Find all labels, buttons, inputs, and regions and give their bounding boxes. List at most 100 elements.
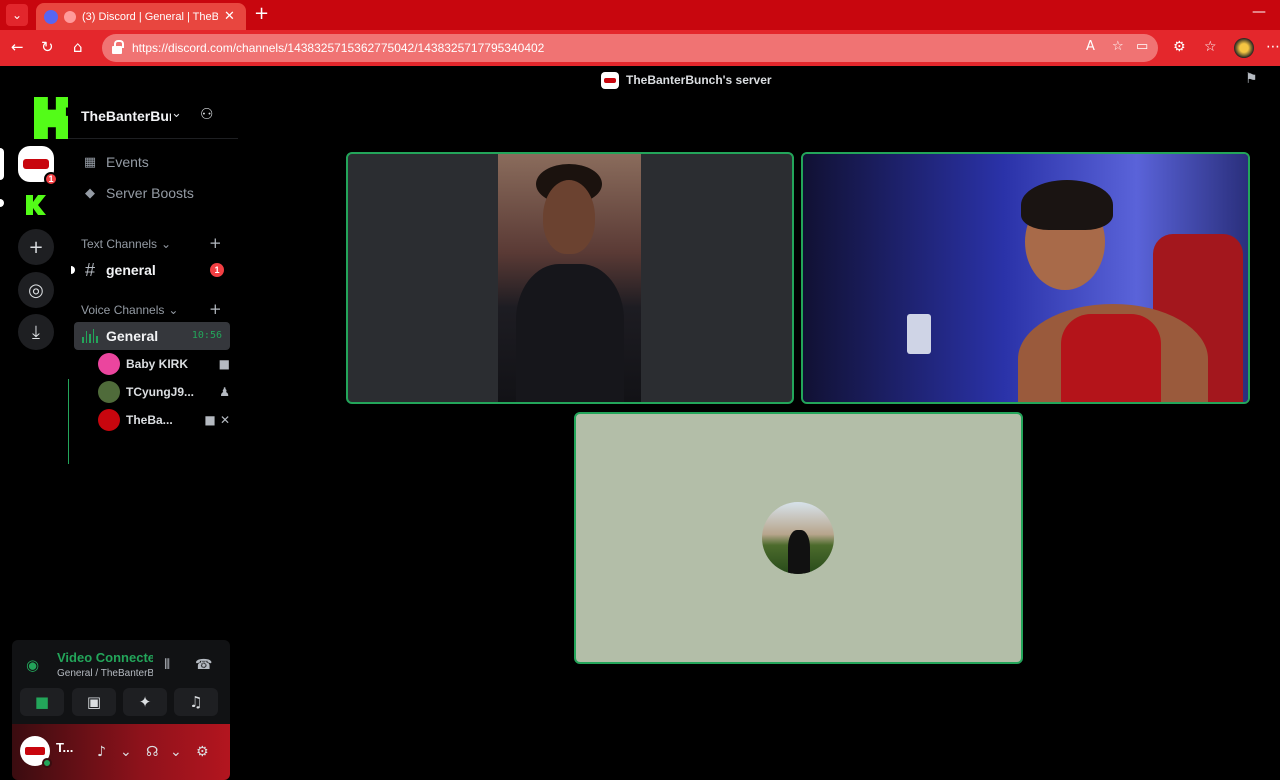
tab-title: (3) Discord | General | TheBanterBunch's… (82, 10, 218, 23)
signal-icon[interactable]: ◉ (26, 656, 39, 674)
soundboard-button[interactable]: ♫ (174, 688, 218, 716)
avatar (98, 353, 120, 375)
minimize-icon[interactable]: — (1252, 4, 1266, 20)
unread-server-pill (0, 199, 4, 207)
window-title: TheBanterBunch's server (626, 73, 772, 87)
browser-tab-bar: ⌄ (3) Discord | General | TheBanterBunch… (0, 0, 1280, 30)
voice-member[interactable]: TCyungJ9... ♟ (98, 379, 230, 405)
guild-banter-bunch[interactable]: 1 (18, 146, 58, 186)
voice-status[interactable]: Video Connected (57, 650, 153, 665)
discord-app: TheBanterBunch's server ⚑ 1 + ◎ ⤓ 1 TheB… (0, 66, 1280, 780)
video-feed (498, 154, 641, 402)
add-text-channel-icon[interactable]: + (209, 234, 222, 252)
settings-gear-icon[interactable]: ⚙ (196, 744, 209, 760)
server-boosts-label: Server Boosts (106, 185, 194, 201)
user-panel: T... ♪ ⌄ ☊ ⌄ ⚙ (12, 724, 230, 780)
member-name: TCyungJ9... (126, 385, 195, 399)
participant-avatar (762, 502, 834, 574)
download-icon[interactable]: ⤓ (18, 314, 54, 350)
video-person-body (516, 264, 624, 402)
playstation-icon: ♟ (219, 385, 230, 399)
address-bar[interactable]: https://discord.com/channels/14383257153… (102, 34, 1158, 62)
headphones-icon[interactable]: ☊ (146, 744, 158, 760)
noise-suppression-icon[interactable]: ⦀ (164, 657, 170, 673)
read-aloud-icon[interactable]: A (1086, 39, 1095, 54)
explore-icon[interactable]: ◎ (18, 272, 54, 308)
chevron-down-icon[interactable]: ⌄ (120, 744, 132, 760)
video-tile-avatar[interactable] (574, 412, 1023, 664)
app-title-bar: TheBanterBunch's server ⚑ (0, 66, 1280, 94)
discord-favicon-icon (44, 9, 58, 24)
browser-tab-discord[interactable]: (3) Discord | General | TheBanterBunch's… (36, 3, 246, 30)
inbox-icon[interactable]: ⚑ (1245, 71, 1258, 87)
user-name[interactable]: T... (56, 740, 76, 755)
microphone-icon[interactable]: ♪ (97, 744, 106, 760)
kick-logo-icon (26, 195, 46, 215)
more-menu-icon[interactable]: ⋯ (1266, 39, 1280, 55)
camera-icon: ■ ✕ (204, 413, 230, 427)
home-icon[interactable]: ⌂ (73, 38, 83, 56)
member-name: TheBa... (126, 413, 173, 427)
video-tile[interactable] (801, 152, 1250, 404)
channel-name: general (106, 262, 156, 278)
guild-kick[interactable] (18, 187, 54, 223)
events-label: Events (106, 154, 149, 170)
hash-icon: # (84, 259, 95, 280)
chevron-down-icon: ⌄ (161, 237, 172, 251)
voice-channel-subtitle[interactable]: General / TheBanterBunch's server (57, 668, 153, 679)
new-tab-icon[interactable]: + (254, 3, 269, 24)
online-status-icon (42, 758, 52, 768)
mention-badge: 1 (210, 263, 224, 277)
server-mini-icon (601, 72, 619, 89)
add-server-icon[interactable]: + (18, 229, 54, 265)
avatar (98, 381, 120, 403)
camera-toggle-button[interactable]: ■ (20, 688, 64, 716)
app-available-icon[interactable]: ▭ (1136, 39, 1148, 54)
tab-list-chevron-icon[interactable]: ⌄ (6, 4, 28, 26)
extensions-icon[interactable]: ⚙ (1173, 39, 1186, 55)
calendar-icon: ▦ (83, 154, 97, 170)
browser-toolbar: ← ↻ ⌂ https://discord.com/channels/14383… (0, 30, 1280, 66)
invite-icon[interactable]: ⚇ (200, 105, 213, 123)
text-channels-label: Text Channels (81, 237, 158, 251)
voice-member[interactable]: TheBa... ■ ✕ (98, 407, 230, 433)
video-person-shirt (1061, 314, 1161, 402)
voice-connected-panel: ◉ Video Connected General / TheBanterBun… (12, 640, 230, 724)
voice-channels-category[interactable]: Voice Channels ⌄ (81, 303, 178, 317)
server-boosts-item[interactable]: ◆ Server Boosts (74, 179, 230, 207)
server-name[interactable]: TheBanterBunch's server (81, 108, 171, 124)
avatar-person (788, 530, 810, 574)
back-icon[interactable]: ← (11, 38, 24, 56)
voice-channel-general[interactable]: General 10:56 (74, 322, 230, 350)
video-cup (907, 314, 931, 354)
reload-icon[interactable]: ↻ (41, 38, 54, 56)
text-channels-category[interactable]: Text Channels ⌄ (81, 237, 171, 251)
voice-timer: 10:56 (191, 330, 222, 341)
voice-channels-label: Voice Channels (81, 303, 165, 317)
profile-avatar[interactable] (1234, 38, 1254, 58)
favorite-star-icon[interactable]: ☆ (1112, 39, 1124, 54)
guild-mention-badge: 1 (44, 172, 58, 186)
video-person-face (543, 180, 595, 254)
activities-button[interactable]: ✦ (123, 688, 167, 716)
voice-member[interactable]: Baby KIRK ■ (98, 351, 230, 377)
lock-icon[interactable] (112, 40, 124, 54)
screen-share-button[interactable]: ▣ (72, 688, 116, 716)
chevron-down-icon[interactable]: ⌄ (170, 744, 182, 760)
url-text[interactable]: https://discord.com/channels/14383257153… (132, 41, 544, 55)
channel-sidebar: TheBanterBunch's server ⌄ ⚇ ▦ Events ◆ S… (68, 94, 238, 720)
tab-audio-icon[interactable] (64, 10, 76, 23)
video-person-hair (1021, 180, 1113, 230)
voice-activity-icon (82, 329, 98, 343)
events-item[interactable]: ▦ Events (74, 148, 230, 176)
chevron-down-icon: ⌄ (168, 303, 179, 317)
voice-channel-name: General (106, 328, 159, 344)
add-voice-channel-icon[interactable]: + (209, 300, 222, 318)
favorites-icon[interactable]: ☆ (1204, 39, 1217, 55)
video-tile[interactable] (346, 152, 794, 404)
disconnect-icon[interactable]: ☎ (195, 657, 212, 673)
channel-general[interactable]: # general 1 (71, 256, 230, 284)
chevron-down-icon[interactable]: ⌄ (171, 106, 182, 121)
member-name: Baby KIRK (126, 357, 189, 371)
tab-close-icon[interactable]: ✕ (224, 9, 235, 24)
